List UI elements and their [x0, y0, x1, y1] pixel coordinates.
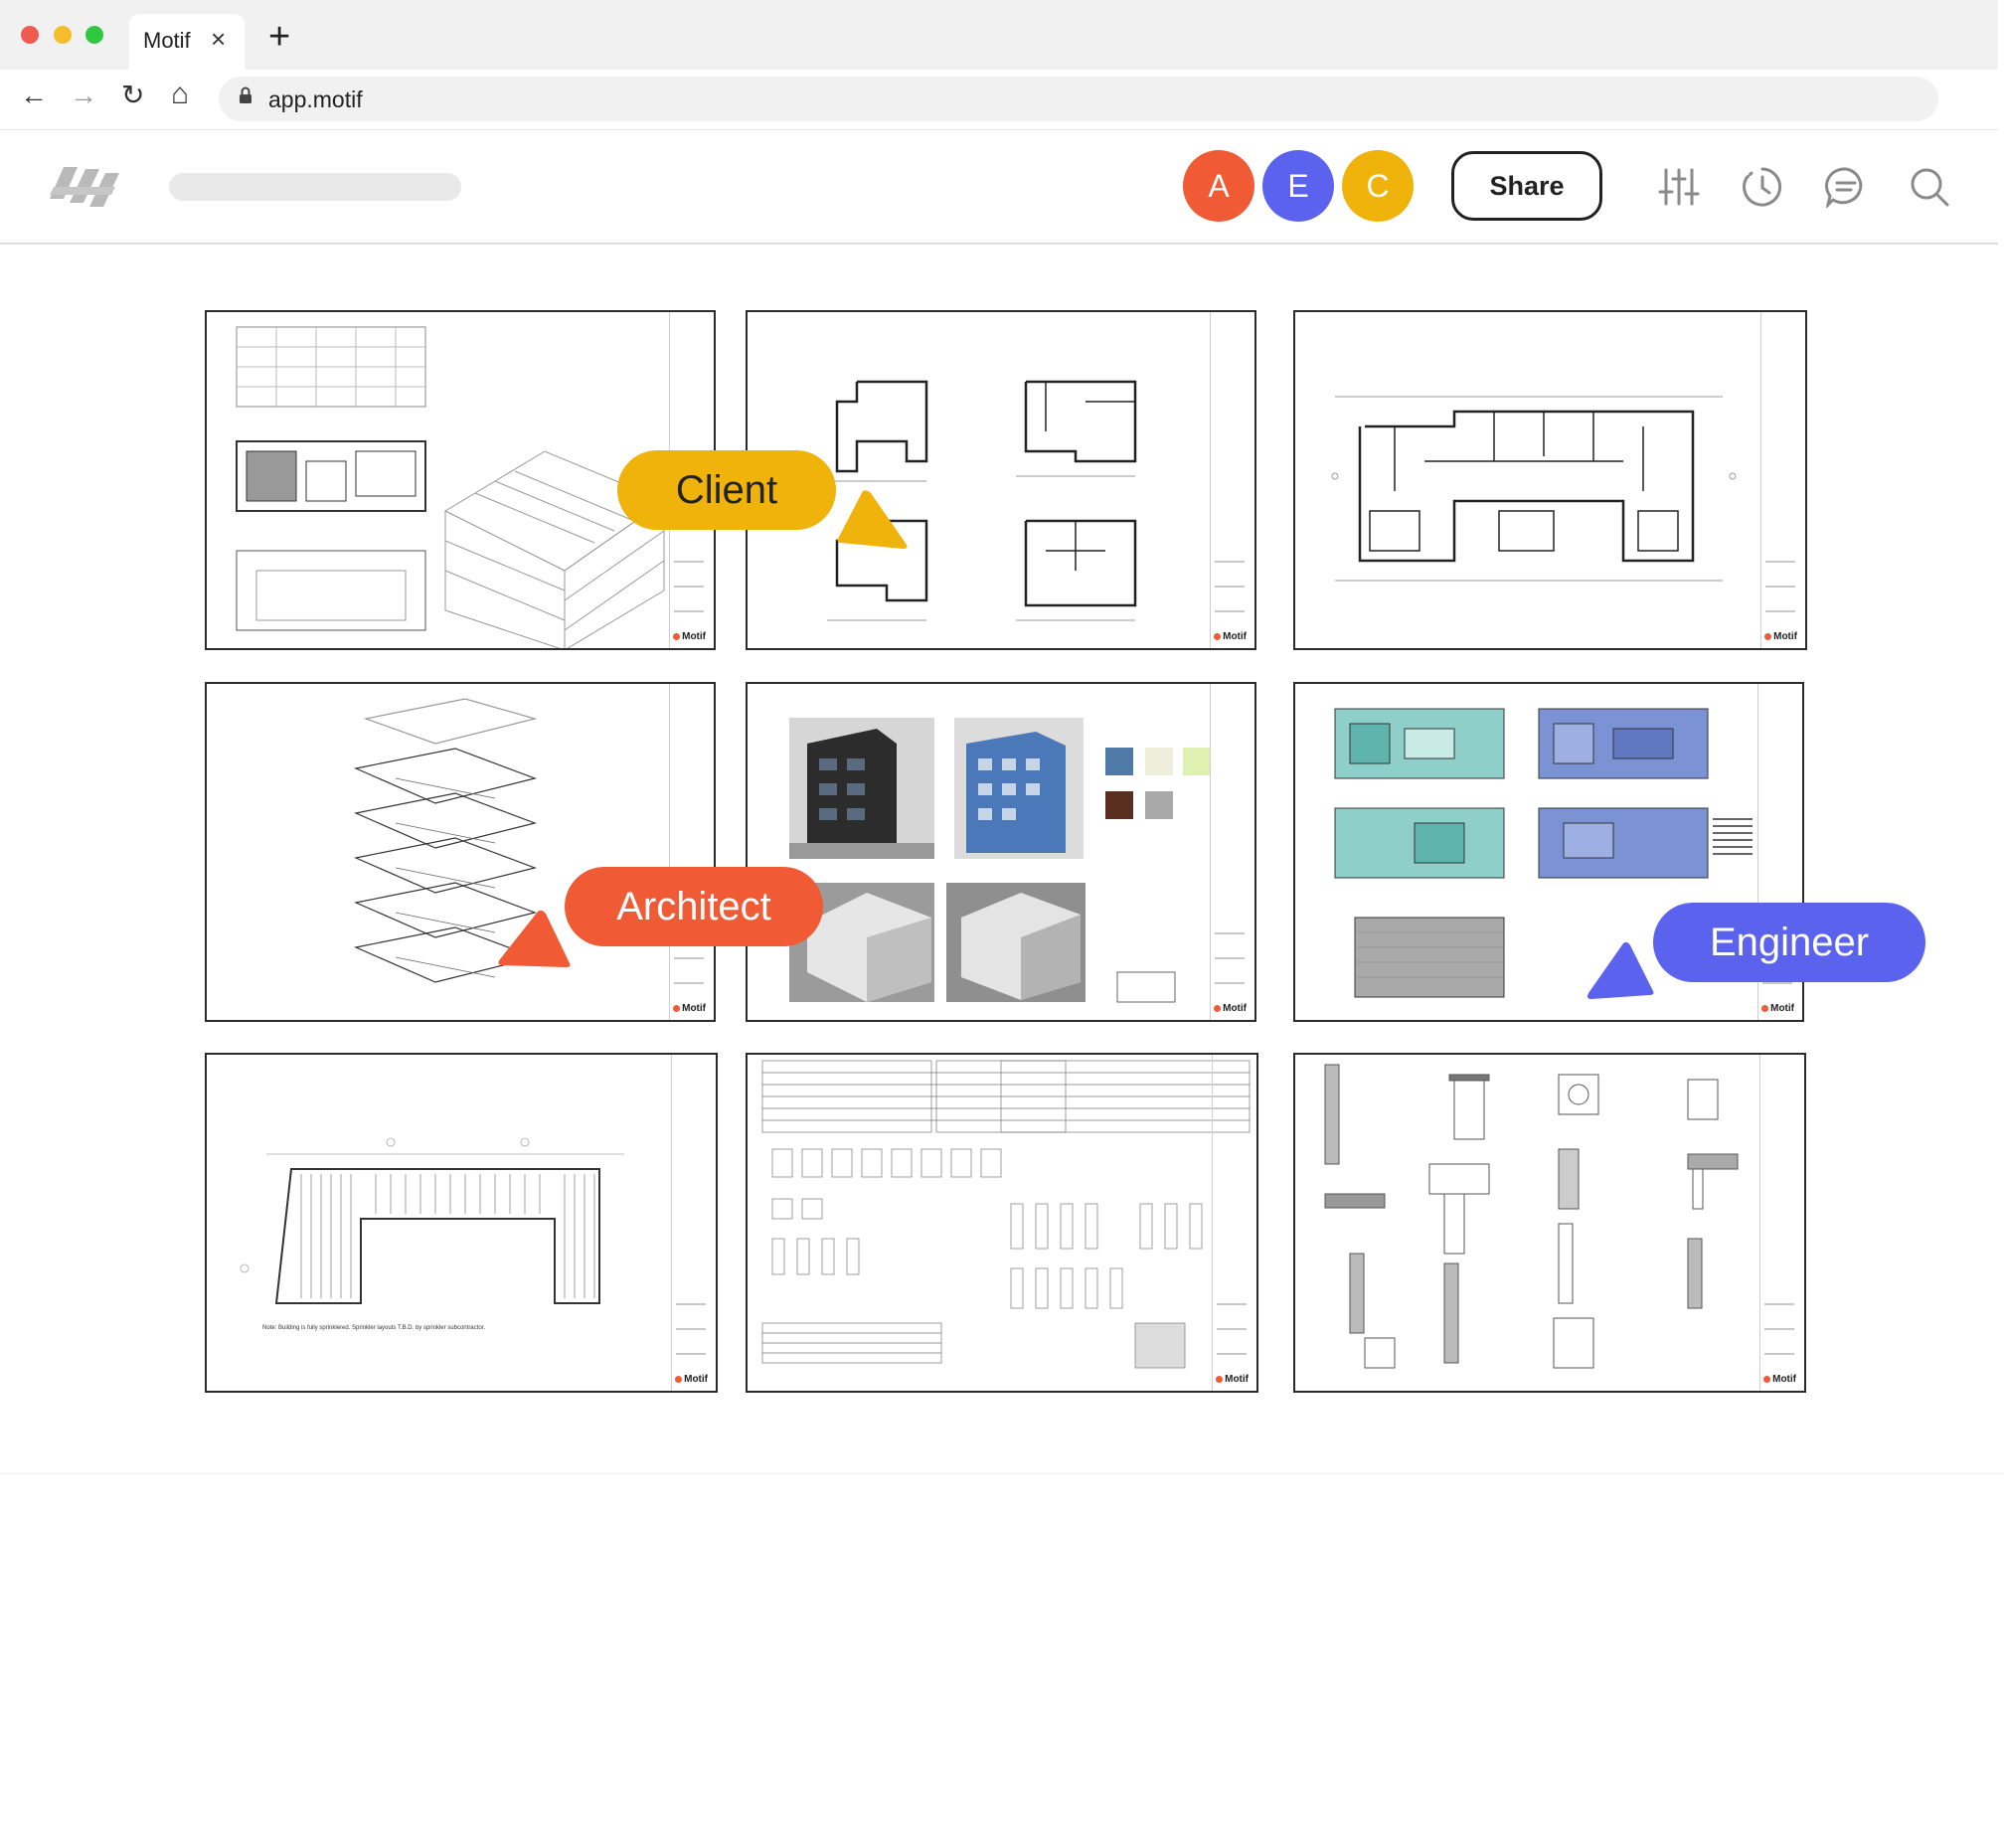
motif-watermark: Motif [673, 1003, 706, 1014]
comment-icon[interactable] [1825, 166, 1867, 210]
client-cursor-label: Client [617, 450, 836, 530]
back-icon[interactable]: ← [20, 82, 48, 109]
new-tab-button[interactable]: + [268, 18, 290, 56]
browser-tab[interactable]: Motif × [129, 14, 245, 70]
title-block [1759, 1055, 1798, 1391]
title-block [1212, 1055, 1251, 1391]
tab-title: Motif [143, 28, 191, 53]
sheet-details[interactable]: Motif [1293, 1053, 1806, 1393]
title-block [1210, 312, 1249, 648]
document-title-placeholder[interactable] [169, 173, 461, 201]
browser-tab-bar [0, 0, 1998, 70]
motif-watermark: Motif [1214, 631, 1247, 642]
avatar[interactable]: C [1342, 150, 1414, 222]
avatar-initial: E [1287, 168, 1309, 204]
motif-watermark: Motif [1763, 1374, 1796, 1385]
tab-close-icon[interactable]: × [211, 24, 226, 55]
sheet-note: Note: Building is fully sprinklered. Spr… [262, 1325, 485, 1331]
url-text: app.motif [268, 86, 363, 112]
lock-icon [239, 86, 252, 109]
avatar[interactable]: A [1183, 150, 1254, 222]
share-button[interactable]: Share [1451, 151, 1602, 221]
divider [0, 243, 1998, 245]
title-block [1210, 684, 1249, 1020]
sheet-ceiling-plan[interactable]: Note: Building is fully sprinklered. Spr… [205, 1053, 718, 1393]
sheet-renderings-materials[interactable]: Motif [746, 682, 1256, 1022]
reload-icon[interactable]: ↻ [121, 82, 144, 109]
avatar[interactable]: E [1262, 150, 1334, 222]
history-clock-icon[interactable] [1742, 166, 1783, 208]
motif-watermark: Motif [673, 631, 706, 642]
search-icon[interactable] [1909, 166, 1950, 208]
sheet-door-window-schedule[interactable]: Motif [746, 1053, 1258, 1393]
engineer-cursor-icon [1587, 941, 1654, 999]
motif-watermark: Motif [675, 1374, 708, 1385]
motif-watermark: Motif [1761, 1003, 1794, 1014]
title-block [671, 1055, 710, 1391]
window-minimize-control[interactable] [54, 26, 72, 44]
motif-watermark: Motif [1214, 1003, 1247, 1014]
motif-logo[interactable] [46, 157, 123, 218]
home-icon[interactable]: ⌂ [171, 80, 189, 109]
divider [0, 1473, 2004, 1474]
architect-cursor-label: Architect [565, 867, 823, 946]
motif-watermark: Motif [1764, 631, 1797, 642]
client-cursor-icon [837, 490, 908, 549]
forward-icon[interactable]: → [70, 82, 97, 109]
sheet-floor-plan[interactable]: Motif [1293, 310, 1807, 650]
title-block [1760, 312, 1799, 648]
window-close-control[interactable] [21, 26, 39, 44]
window-zoom-control[interactable] [85, 26, 103, 44]
avatar-initial: C [1366, 168, 1390, 204]
avatar-initial: A [1208, 168, 1230, 204]
architect-cursor-icon [498, 910, 571, 967]
title-block [669, 684, 708, 1020]
motif-watermark: Motif [1216, 1374, 1249, 1385]
engineer-cursor-label: Engineer [1653, 903, 1925, 982]
sheet-exploded-axonometric[interactable]: Motif [205, 682, 716, 1022]
address-bar[interactable]: app.motif [219, 77, 1938, 121]
sliders-icon[interactable] [1658, 166, 1700, 208]
